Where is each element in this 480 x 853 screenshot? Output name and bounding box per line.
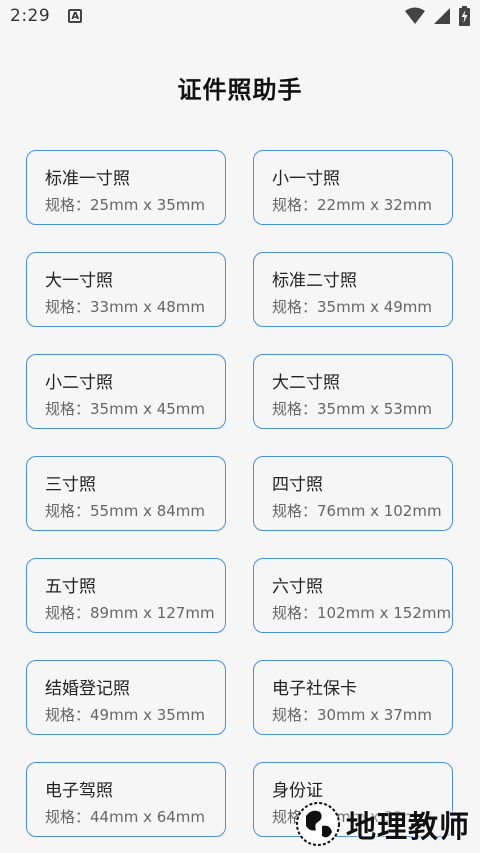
card-title: 电子社保卡 [272,679,357,699]
card-spec: 规格：55mm x 84mm [45,502,206,520]
card-spec: 规格：49mm x 35mm [45,706,206,724]
watermark-text: 地理教师 [346,810,470,845]
wifi-icon [405,7,425,24]
card-spec: 规格：30mm x 37mm [272,706,433,724]
card-small-2inch[interactable]: 小二寸照 规格：35mm x 45mm [26,354,226,429]
card-5inch[interactable]: 五寸照 规格：89mm x 127mm [26,558,226,633]
card-title: 电子驾照 [45,781,113,801]
card-3inch[interactable]: 三寸照 规格：55mm x 84mm [26,456,226,531]
card-title: 标准二寸照 [272,271,357,291]
watermark: 地理教师 [294,799,470,849]
battery-charging-icon [459,6,470,26]
card-spec: 规格：44mm x 64mm [45,808,206,826]
card-e-driving-license[interactable]: 电子驾照 规格：44mm x 64mm [26,762,226,837]
signal-icon [434,8,450,24]
page-title: 证件照助手 [177,76,303,104]
card-marriage-photo[interactable]: 结婚登记照 规格：49mm x 35mm [26,660,226,735]
card-title: 三寸照 [45,475,96,495]
card-spec: 规格：25mm x 35mm [45,196,206,214]
card-spec: 规格：35mm x 53mm [272,400,433,418]
card-title: 四寸照 [272,475,323,495]
card-large-2inch[interactable]: 大二寸照 规格：35mm x 53mm [253,354,453,429]
globe-logo-icon [296,802,340,846]
card-title: 大一寸照 [45,271,113,291]
card-standard-1inch[interactable]: 标准一寸照 规格：25mm x 35mm [26,150,226,225]
card-large-1inch[interactable]: 大一寸照 规格：33mm x 48mm [26,252,226,327]
card-title: 身份证 [272,781,323,801]
card-small-1inch[interactable]: 小一寸照 规格：22mm x 32mm [253,150,453,225]
card-spec: 规格：89mm x 127mm [45,604,215,622]
card-spec: 规格：102mm x 152mm [272,604,452,622]
card-spec: 规格：76mm x 102mm [272,502,442,520]
card-title: 结婚登记照 [45,679,130,699]
status-time: 2:29 [10,6,51,26]
card-title: 小二寸照 [45,373,113,393]
card-spec: 规格：35mm x 49mm [272,298,433,316]
card-spec: 规格：22mm x 32mm [272,196,433,214]
card-standard-2inch[interactable]: 标准二寸照 规格：35mm x 49mm [253,252,453,327]
card-social-security[interactable]: 电子社保卡 规格：30mm x 37mm [253,660,453,735]
card-spec: 规格：35mm x 45mm [45,400,206,418]
card-title: 标准一寸照 [45,169,130,189]
status-icons [405,6,470,26]
card-spec: 规格：33mm x 48mm [45,298,206,316]
notification-icon: A [68,9,83,23]
card-6inch[interactable]: 六寸照 规格：102mm x 152mm [253,558,453,633]
status-bar: 2:29 A [0,0,480,32]
card-title: 五寸照 [45,577,96,597]
card-title: 小一寸照 [272,169,340,189]
card-4inch[interactable]: 四寸照 规格：76mm x 102mm [253,456,453,531]
card-title: 大二寸照 [272,373,340,393]
card-title: 六寸照 [272,577,323,597]
